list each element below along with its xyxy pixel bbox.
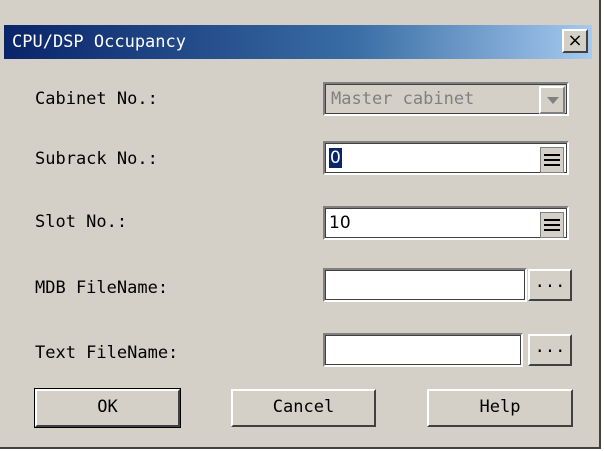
text-browse-button[interactable]: ... (528, 334, 572, 366)
ellipsis-icon: ... (534, 272, 566, 292)
title-bar[interactable]: CPU/DSP Occupancy × (4, 25, 592, 59)
mdb-filename-label: MDB FileName: (35, 278, 169, 298)
ok-button[interactable]: OK (34, 388, 181, 428)
slot-value: 10 (329, 213, 351, 233)
cabinet-select-value: Master cabinet (331, 89, 475, 109)
slot-spin-button[interactable] (540, 212, 564, 238)
chevron-down-icon (547, 97, 559, 104)
cabinet-label: Cabinet No.: (35, 89, 158, 109)
close-icon: × (567, 30, 583, 51)
ellipsis-icon: ... (534, 337, 566, 357)
help-button[interactable]: Help (427, 389, 573, 427)
subrack-value: 0 (329, 148, 342, 168)
window-title: CPU/DSP Occupancy (12, 32, 186, 52)
subrack-spin-button[interactable] (540, 147, 564, 173)
cpu-dsp-occupancy-dialog: CPU/DSP Occupancy × Cabinet No.: Master … (0, 0, 601, 449)
subrack-label: Subrack No.: (35, 149, 158, 169)
cabinet-dropdown-button[interactable] (539, 86, 565, 114)
close-button[interactable]: × (562, 29, 588, 53)
text-filename-label: Text FileName: (35, 343, 179, 363)
slot-stepper[interactable]: 10 (323, 206, 569, 240)
mdb-filename-input[interactable] (323, 268, 527, 302)
cancel-button[interactable]: Cancel (231, 389, 376, 427)
text-filename-input[interactable] (323, 333, 523, 367)
subrack-stepper[interactable]: 0 (323, 141, 569, 175)
mdb-browse-button[interactable]: ... (528, 269, 572, 301)
slot-label: Slot No.: (35, 212, 128, 232)
cabinet-select[interactable]: Master cabinet (323, 82, 569, 116)
